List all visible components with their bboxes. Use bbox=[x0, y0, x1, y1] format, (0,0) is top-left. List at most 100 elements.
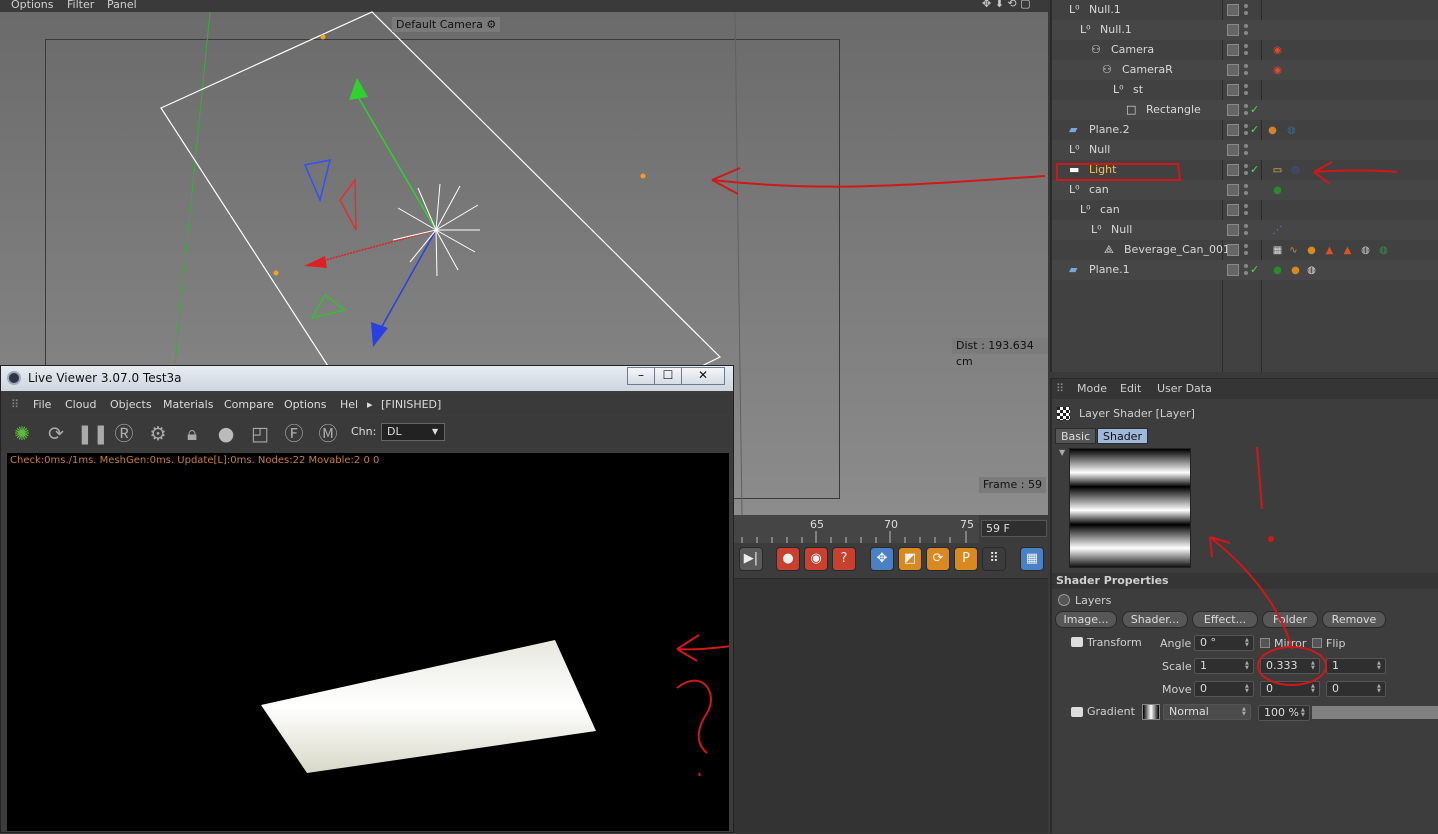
menu-cloud[interactable]: Cloud bbox=[65, 398, 96, 411]
layer-visibility-icon[interactable] bbox=[1227, 64, 1239, 76]
maximize-button[interactable]: ☐ bbox=[654, 367, 682, 385]
editor-render-visibility-icon[interactable] bbox=[1244, 123, 1248, 137]
live-viewer-titlebar[interactable]: Live Viewer 3.07.0 Test3a – ☐ ✕ bbox=[1, 366, 733, 391]
layer-visibility-icon[interactable] bbox=[1227, 4, 1239, 16]
layer-visibility-icon[interactable] bbox=[1227, 204, 1239, 216]
restart-render-icon[interactable]: ⟳ bbox=[43, 421, 69, 447]
layer-visibility-icon[interactable] bbox=[1227, 144, 1239, 156]
menu-materials[interactable]: Materials bbox=[163, 398, 213, 411]
editor-render-visibility-icon[interactable] bbox=[1244, 263, 1248, 277]
camera-label[interactable]: Default Camera ⚙ bbox=[392, 17, 501, 32]
focus-picker-icon[interactable]: Ⓕ bbox=[281, 421, 307, 447]
layer-visibility-icon[interactable] bbox=[1227, 44, 1239, 56]
phong-tag-icon[interactable]: ● bbox=[1265, 123, 1280, 138]
object-row[interactable]: L⁰ Null.1 bbox=[1052, 0, 1438, 20]
layer-visibility-icon[interactable] bbox=[1227, 224, 1239, 236]
editor-render-visibility-icon[interactable] bbox=[1244, 63, 1248, 77]
menu-help[interactable]: Hel bbox=[340, 398, 358, 411]
render-tag-icon[interactable]: ◉ bbox=[1270, 43, 1285, 58]
menu-compare[interactable]: Compare bbox=[224, 398, 274, 411]
uvw-tag-icon[interactable]: ▦ bbox=[1270, 243, 1285, 258]
material-tag-icon[interactable]: ◍ bbox=[1358, 243, 1373, 258]
octane-render-icon[interactable]: ✺ bbox=[9, 421, 35, 447]
timeline-ruler[interactable]: 65 70 75 bbox=[734, 515, 979, 543]
object-row[interactable]: ▰ Plane.2 ✓ ● ◍ bbox=[1052, 120, 1438, 140]
object-manager: L⁰ Null.1 L⁰ Null.1 ⚇ Camera ◉ ⚇ CameraR ◉ L⁰ st □ Re… bbox=[1050, 0, 1438, 372]
key-scale-icon[interactable]: ◩ bbox=[898, 547, 922, 571]
null-icon: L⁰ bbox=[1080, 23, 1091, 36]
current-frame-field[interactable]: 59 F bbox=[981, 520, 1047, 537]
object-row[interactable]: ⚇ Camera ◉ bbox=[1052, 40, 1438, 60]
deformer-tag-icon[interactable]: ∿ bbox=[1286, 243, 1301, 258]
enabled-check-icon[interactable]: ✓ bbox=[1250, 120, 1259, 140]
camera-gizmo-green bbox=[310, 293, 347, 320]
phong-tag-icon[interactable]: ● bbox=[1304, 243, 1319, 258]
app-icon bbox=[7, 371, 21, 385]
object-row[interactable]: L⁰ Null.1 bbox=[1052, 20, 1438, 40]
scheme-film-icon[interactable]: ▦ bbox=[1020, 547, 1044, 571]
record-keyframe-icon[interactable]: ● bbox=[776, 547, 800, 571]
camera-icon: ⚙ bbox=[486, 18, 497, 31]
object-name: can bbox=[1100, 203, 1120, 216]
key-rotation-icon[interactable]: ⟳ bbox=[926, 547, 950, 571]
editor-render-visibility-icon[interactable] bbox=[1244, 223, 1248, 237]
key-pla-icon[interactable]: ⠿ bbox=[982, 547, 1006, 571]
key-parameter-icon[interactable]: P bbox=[954, 547, 978, 571]
object-row[interactable]: L⁰ st bbox=[1052, 80, 1438, 100]
autokey-icon[interactable]: ◉ bbox=[804, 547, 828, 571]
menu-options[interactable]: Options bbox=[284, 398, 326, 411]
window-title: Live Viewer 3.07.0 Test3a bbox=[28, 371, 182, 385]
layer-visibility-icon[interactable] bbox=[1227, 104, 1239, 116]
menu-more-icon[interactable]: ▸ bbox=[367, 398, 373, 411]
region-render-icon[interactable]: Ⓡ bbox=[111, 421, 137, 447]
object-row[interactable]: ▰ Plane.1 ✓ ● ● ◍ bbox=[1052, 260, 1438, 280]
material-picker-icon[interactable]: Ⓜ bbox=[315, 421, 341, 447]
distance-readout: Dist : 193.634 cm bbox=[952, 338, 1048, 368]
render-tag-icon[interactable]: ◉ bbox=[1270, 63, 1285, 78]
clay-mode-icon[interactable]: ◰ bbox=[247, 421, 273, 447]
enabled-check-icon[interactable]: ✓ bbox=[1250, 100, 1259, 120]
layer-visibility-icon[interactable] bbox=[1227, 124, 1239, 136]
keyframe-selection-icon[interactable]: ? bbox=[832, 547, 856, 571]
editor-render-visibility-icon[interactable] bbox=[1244, 203, 1248, 217]
object-row[interactable]: ⚇ CameraR ◉ bbox=[1052, 60, 1438, 80]
editor-render-visibility-icon[interactable] bbox=[1244, 243, 1248, 257]
material-tag-icon[interactable]: ◍ bbox=[1284, 123, 1299, 138]
goto-end-icon[interactable]: ▶| bbox=[739, 547, 763, 571]
editor-render-visibility-icon[interactable] bbox=[1244, 143, 1248, 157]
editor-render-visibility-icon[interactable] bbox=[1244, 103, 1248, 117]
material-tag-icon[interactable]: ◍ bbox=[1376, 243, 1391, 258]
object-row[interactable]: □ Rectangle ✓ bbox=[1052, 100, 1438, 120]
null-icon: L⁰ bbox=[1069, 3, 1080, 16]
layer-visibility-icon[interactable] bbox=[1227, 244, 1239, 256]
minimize-button[interactable]: – bbox=[627, 367, 655, 385]
editor-render-visibility-icon[interactable] bbox=[1244, 43, 1248, 57]
menu-file[interactable]: File bbox=[33, 398, 51, 411]
point-tag-icon[interactable]: ⋰ bbox=[1270, 223, 1285, 238]
material-tag-icon[interactable]: ● bbox=[1270, 263, 1285, 278]
layer-visibility-icon[interactable] bbox=[1227, 24, 1239, 36]
selection-tag-icon[interactable]: ▲ bbox=[1322, 243, 1337, 258]
object-row[interactable]: L⁰ can bbox=[1052, 200, 1438, 220]
channel-select[interactable]: DL ▼ bbox=[381, 423, 445, 441]
object-row[interactable]: L⁰ Null ⋰ bbox=[1052, 220, 1438, 240]
object-row[interactable]: L⁰ Null bbox=[1052, 140, 1438, 160]
enabled-check-icon[interactable]: ✓ bbox=[1250, 260, 1259, 280]
phong-tag-icon[interactable]: ● bbox=[1288, 263, 1303, 278]
material-tag-icon[interactable]: ◍ bbox=[1304, 263, 1319, 278]
render-output[interactable]: Check:0ms./1ms. MeshGen:0ms. Update[L]:0… bbox=[7, 453, 729, 831]
close-button[interactable]: ✕ bbox=[681, 367, 725, 385]
layer-visibility-icon[interactable] bbox=[1227, 84, 1239, 96]
editor-render-visibility-icon[interactable] bbox=[1244, 83, 1248, 97]
layer-visibility-icon[interactable] bbox=[1227, 264, 1239, 276]
object-row[interactable]: ⟁ Beverage_Can_001 ▦ ∿ ● ▲ ▲ ◍ ◍ bbox=[1052, 240, 1438, 260]
settings-gear-icon[interactable]: ⚙ bbox=[145, 421, 171, 447]
menu-objects[interactable]: Objects bbox=[110, 398, 152, 411]
lock-icon[interactable]: 🔒︎ bbox=[179, 421, 205, 447]
pause-icon[interactable]: ❚❚ bbox=[77, 421, 109, 447]
editor-render-visibility-icon[interactable] bbox=[1244, 23, 1248, 37]
material-sphere-icon[interactable]: ● bbox=[213, 421, 239, 447]
selection-tag-icon[interactable]: ▲ bbox=[1340, 243, 1355, 258]
editor-render-visibility-icon[interactable] bbox=[1244, 3, 1248, 17]
key-position-icon[interactable]: ✥ bbox=[870, 547, 894, 571]
